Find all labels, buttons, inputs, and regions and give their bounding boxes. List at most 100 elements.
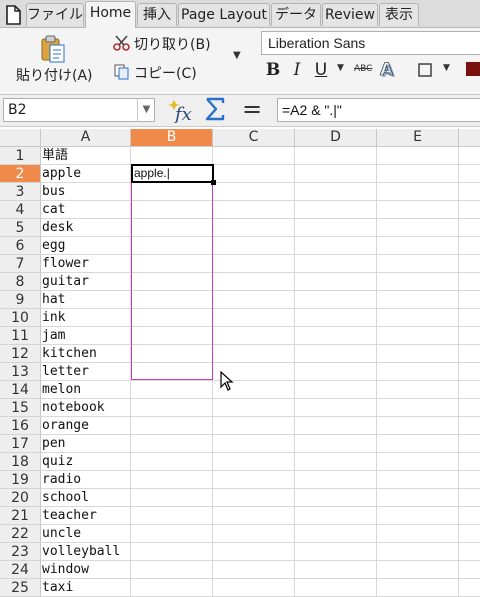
- cell-a14[interactable]: melon: [41, 381, 131, 399]
- grid-cell[interactable]: [459, 183, 480, 201]
- tab-insert[interactable]: 挿入: [137, 3, 177, 26]
- grid-cell[interactable]: [131, 579, 213, 597]
- grid-cell[interactable]: [377, 435, 459, 453]
- grid-cell[interactable]: [213, 273, 295, 291]
- cell-a3[interactable]: bus: [41, 183, 131, 201]
- grid-cell[interactable]: [459, 363, 480, 381]
- spreadsheet-grid[interactable]: ABCDE 1 単語 2 apple 3 bus 4 cat 5 desk 6 egg 7 flower 8…: [0, 129, 480, 597]
- borders-dropdown-icon[interactable]: ▼: [443, 63, 450, 73]
- cell-a23[interactable]: volleyball: [41, 543, 131, 561]
- underline-dropdown-icon[interactable]: ▼: [337, 63, 344, 73]
- grid-cell[interactable]: [377, 255, 459, 273]
- copy-button[interactable]: コピー(C): [134, 63, 197, 83]
- grid-cell[interactable]: [213, 345, 295, 363]
- grid-cell[interactable]: [213, 237, 295, 255]
- grid-cell[interactable]: [459, 543, 480, 561]
- grid-cell[interactable]: [213, 399, 295, 417]
- grid-cell[interactable]: [131, 147, 213, 165]
- cell-a17[interactable]: pen: [41, 435, 131, 453]
- column-header-overflow[interactable]: [459, 129, 480, 147]
- grid-cell[interactable]: [131, 471, 213, 489]
- grid-cell[interactable]: [377, 525, 459, 543]
- grid-cell[interactable]: [295, 345, 377, 363]
- grid-cell[interactable]: [213, 201, 295, 219]
- grid-cell[interactable]: [459, 327, 480, 345]
- grid-cell[interactable]: [213, 435, 295, 453]
- font-name-select[interactable]: Liberation Sans: [261, 31, 480, 55]
- cell-a16[interactable]: orange: [41, 417, 131, 435]
- paste-button[interactable]: 貼り付け(A): [16, 65, 93, 85]
- underline-button[interactable]: U: [311, 59, 331, 81]
- cell-a20[interactable]: school: [41, 489, 131, 507]
- cell-a9[interactable]: hat: [41, 291, 131, 309]
- sum-icon[interactable]: [204, 96, 226, 122]
- grid-cell[interactable]: [213, 489, 295, 507]
- cell-a25[interactable]: taxi: [41, 579, 131, 597]
- grid-cell[interactable]: [213, 543, 295, 561]
- cell-a11[interactable]: jam: [41, 327, 131, 345]
- scissors-icon[interactable]: [113, 34, 131, 52]
- background-color-icon[interactable]: [466, 62, 480, 76]
- grid-cell[interactable]: [295, 543, 377, 561]
- tab-page-layout[interactable]: Page Layout: [178, 3, 270, 26]
- row-header-16[interactable]: 16: [0, 417, 41, 435]
- row-header-19[interactable]: 19: [0, 471, 41, 489]
- cell-a15[interactable]: notebook: [41, 399, 131, 417]
- grid-cell[interactable]: [377, 489, 459, 507]
- grid-cell[interactable]: [295, 579, 377, 597]
- grid-cell[interactable]: [459, 345, 480, 363]
- row-header-20[interactable]: 20: [0, 489, 41, 507]
- grid-cell[interactable]: [459, 381, 480, 399]
- grid-cell[interactable]: [377, 453, 459, 471]
- grid-cell[interactable]: [459, 507, 480, 525]
- row-header-9[interactable]: 9: [0, 291, 41, 309]
- row-header-22[interactable]: 22: [0, 525, 41, 543]
- grid-cell[interactable]: [377, 543, 459, 561]
- grid-cell[interactable]: [295, 525, 377, 543]
- grid-cell[interactable]: [295, 147, 377, 165]
- grid-cell[interactable]: [377, 147, 459, 165]
- row-header-1[interactable]: 1: [0, 147, 41, 165]
- cell-a6[interactable]: egg: [41, 237, 131, 255]
- grid-cell[interactable]: [131, 525, 213, 543]
- strikethrough-button[interactable]: ABC: [354, 64, 372, 74]
- grid-cell[interactable]: [213, 453, 295, 471]
- formula-equals-button[interactable]: =: [242, 94, 262, 124]
- cell-a2[interactable]: apple: [41, 165, 131, 183]
- grid-cell[interactable]: [213, 183, 295, 201]
- grid-cell[interactable]: [377, 345, 459, 363]
- cell-a24[interactable]: window: [41, 561, 131, 579]
- grid-cell[interactable]: [459, 309, 480, 327]
- italic-button[interactable]: I: [287, 59, 307, 81]
- row-header-14[interactable]: 14: [0, 381, 41, 399]
- copy-icon[interactable]: [113, 63, 131, 81]
- grid-cell[interactable]: [213, 507, 295, 525]
- cell-a22[interactable]: uncle: [41, 525, 131, 543]
- row-header-17[interactable]: 17: [0, 435, 41, 453]
- grid-cell[interactable]: [377, 219, 459, 237]
- tab-data[interactable]: データ: [271, 3, 321, 26]
- grid-cell[interactable]: [213, 165, 295, 183]
- grid-cell[interactable]: [459, 471, 480, 489]
- row-header-21[interactable]: 21: [0, 507, 41, 525]
- row-header-13[interactable]: 13: [0, 363, 41, 381]
- grid-cell[interactable]: [213, 327, 295, 345]
- clipboard-dropdown-icon[interactable]: ▼: [233, 50, 241, 61]
- grid-cell[interactable]: [131, 435, 213, 453]
- grid-cell[interactable]: [295, 309, 377, 327]
- cell-a8[interactable]: guitar: [41, 273, 131, 291]
- grid-cell[interactable]: [459, 273, 480, 291]
- grid-cell[interactable]: [131, 561, 213, 579]
- grid-cell[interactable]: [295, 273, 377, 291]
- row-header-2[interactable]: 2: [0, 165, 41, 183]
- grid-cell[interactable]: [295, 201, 377, 219]
- grid-cell[interactable]: [459, 201, 480, 219]
- grid-cell[interactable]: [459, 435, 480, 453]
- select-all-corner[interactable]: [0, 129, 41, 147]
- column-header-d[interactable]: D: [295, 129, 377, 147]
- grid-cell[interactable]: [213, 417, 295, 435]
- grid-cell[interactable]: [295, 219, 377, 237]
- grid-cell[interactable]: [377, 309, 459, 327]
- grid-cell[interactable]: [295, 291, 377, 309]
- grid-cell[interactable]: [295, 183, 377, 201]
